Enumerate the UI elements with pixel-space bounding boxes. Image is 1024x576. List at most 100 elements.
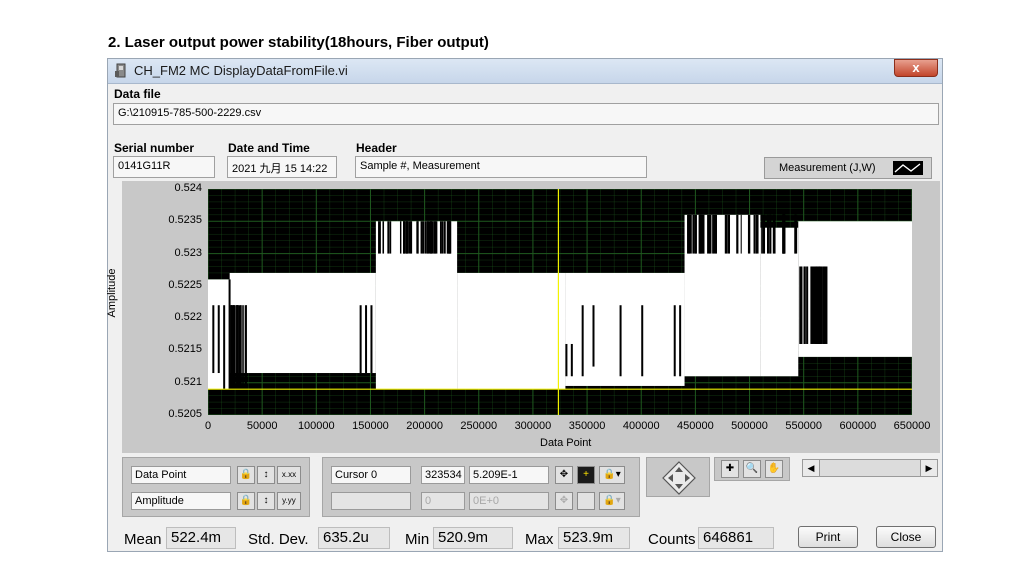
max-label: Max — [525, 531, 554, 548]
trace-gap — [431, 221, 434, 254]
cursor-1-y-field[interactable]: 0E+0 — [469, 492, 549, 510]
window-close-button[interactable]: x — [894, 59, 938, 77]
trace-gap — [700, 214, 704, 254]
trace-gap — [694, 214, 696, 254]
trace-gap — [824, 266, 828, 344]
trace-band — [229, 272, 376, 374]
close-button[interactable]: Close — [876, 526, 936, 548]
trace-gap — [233, 305, 235, 390]
data-file-field[interactable]: G:\210915-785-500-2229.csv — [113, 103, 939, 125]
cursor-legend: Cursor 0 323534 5.209E-1 ✥ + 🔒▾ 0 0E+0 ✥… — [322, 457, 640, 517]
trace-gap — [753, 214, 755, 254]
trace-gap — [713, 214, 717, 254]
trace-gap — [244, 305, 246, 390]
x-scale-name-field[interactable]: Data Point — [131, 466, 231, 484]
trace-gap — [446, 221, 449, 254]
cursor-y-field[interactable]: 5.209E-1 — [469, 466, 549, 484]
trace-gap — [403, 221, 405, 254]
graph-scrollbar[interactable]: ◀ ▶ — [802, 459, 938, 477]
trace-gap — [803, 266, 805, 344]
cursor-1-move-icon[interactable]: ✥ — [555, 492, 573, 510]
x-format-button[interactable]: x.xx — [277, 466, 301, 484]
trace-gap — [679, 305, 682, 377]
x-tick-label: 100000 — [297, 420, 335, 432]
graph-palette: ✚ 🔍 ✋ — [714, 457, 790, 481]
header-field[interactable]: Sample #, Measurement — [355, 156, 647, 178]
x-scale-lock-icon[interactable]: 🔒 — [237, 466, 255, 484]
trace-gap — [231, 305, 233, 390]
trace-gap — [223, 305, 226, 390]
cursor-tool-icon[interactable]: ✚ — [721, 460, 739, 478]
labview-vi-icon — [115, 63, 126, 78]
trace-gap — [740, 214, 742, 254]
x-tick-label: 150000 — [352, 420, 389, 432]
cursor-move-diamond-icon[interactable] — [661, 460, 697, 496]
cursor-lock-icon[interactable]: 🔒▾ — [599, 466, 625, 484]
page-heading: 2. Laser output power stability(18hours,… — [108, 34, 489, 51]
trace-gap — [782, 214, 785, 254]
y-tick-label: 0.523 — [174, 246, 202, 259]
cursor-1-style-icon[interactable] — [577, 492, 595, 510]
y-tick-label: 0.5225 — [168, 278, 202, 291]
scroll-left-arrow-icon[interactable]: ◀ — [803, 460, 820, 476]
trace-gap — [245, 305, 247, 390]
trace-gap — [806, 266, 808, 344]
trace-gap — [565, 343, 568, 377]
plot-legend[interactable]: Measurement (J,W) — [764, 157, 932, 179]
window-title: CH_FM2 MC DisplayDataFromFile.vi — [134, 63, 348, 78]
trace-gap — [709, 214, 712, 254]
y-scale-name-field[interactable]: Amplitude — [131, 492, 231, 510]
cursor-1-lock-icon[interactable]: 🔒▾ — [599, 492, 625, 510]
trace-gap — [236, 305, 238, 390]
labview-window: CH_FM2 MC DisplayDataFromFile.vi x Data … — [106, 58, 943, 552]
trace-gap — [820, 266, 823, 344]
y-tick-label: 0.5205 — [168, 408, 202, 420]
trace-gap — [817, 266, 821, 344]
print-button[interactable]: Print — [798, 526, 858, 548]
trace-gap — [422, 221, 425, 254]
plot-area[interactable] — [208, 189, 912, 415]
cursor-1-name-field[interactable] — [331, 492, 411, 510]
data-file-label: Data file — [114, 87, 161, 101]
y-autoscale-icon[interactable]: ↕ — [257, 492, 275, 510]
header-label: Header — [356, 141, 397, 155]
x-tick-label: 400000 — [622, 420, 660, 432]
x-tick-label: 500000 — [731, 420, 768, 432]
cursor-style-icon[interactable]: + — [577, 466, 595, 484]
y-scale-lock-icon[interactable]: 🔒 — [237, 492, 255, 510]
x-tick-label: 300000 — [514, 420, 552, 432]
zoom-tool-icon[interactable]: 🔍 — [743, 460, 761, 478]
trace-gap — [433, 221, 437, 254]
trace-gap — [212, 305, 215, 374]
x-tick-label: 450000 — [677, 420, 714, 432]
trace-gap — [229, 305, 231, 390]
cursor-navigator[interactable] — [646, 457, 710, 497]
x-tick-label: 350000 — [568, 420, 606, 432]
trace-gap — [217, 305, 220, 374]
trace-gap — [619, 305, 622, 377]
cursor-1-x-field[interactable]: 0 — [421, 492, 465, 510]
y-format-button[interactable]: y.yy — [277, 492, 301, 510]
serial-number-label: Serial number — [114, 141, 195, 155]
trace-gap — [424, 221, 427, 254]
trace-gap — [747, 214, 751, 254]
x-autoscale-icon[interactable]: ↕ — [257, 466, 275, 484]
x-tick-label: 0 — [204, 420, 212, 432]
trace-gap — [766, 214, 769, 254]
pan-hand-icon[interactable]: ✋ — [765, 460, 783, 478]
cursor-x-field[interactable]: 323534 — [421, 466, 465, 484]
trace-gap — [234, 305, 236, 390]
trace-gap — [420, 221, 423, 254]
trace-gap — [769, 214, 772, 254]
trace-gap — [428, 221, 432, 254]
date-time-field[interactable]: 2021 九月 15 14:22 — [227, 156, 337, 178]
trace-gap — [387, 221, 390, 254]
legend-series-swatch-icon — [893, 161, 923, 175]
trace-gap — [238, 305, 240, 390]
trace-gap — [237, 305, 239, 390]
trace-gap — [799, 266, 801, 344]
cursor-name-field[interactable]: Cursor 0 — [331, 466, 411, 484]
cursor-move-icon[interactable]: ✥ — [555, 466, 573, 484]
serial-number-field[interactable]: 0141G11R — [113, 156, 215, 178]
scroll-right-arrow-icon[interactable]: ▶ — [920, 460, 937, 476]
